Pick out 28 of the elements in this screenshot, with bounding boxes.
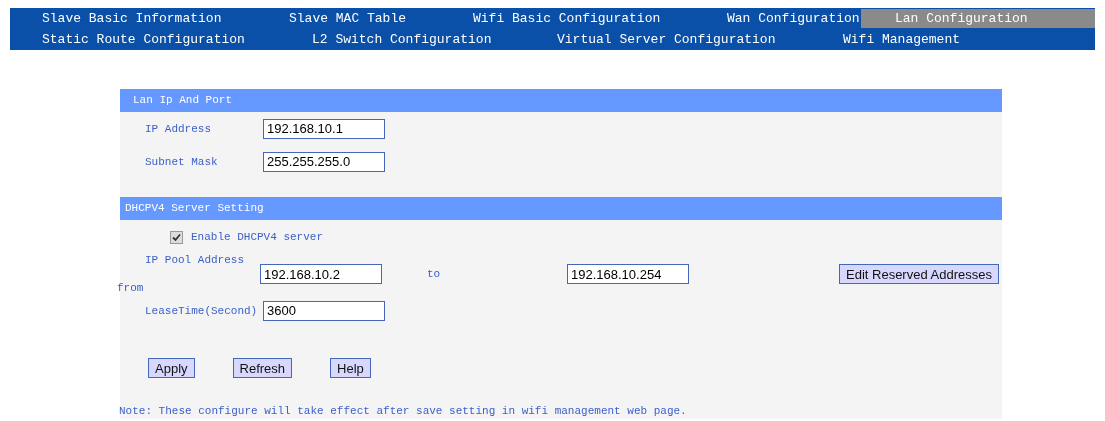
nav-tab[interactable]: Slave MAC Table (257, 9, 441, 28)
note-text: Note: These configure will take effect after save setting in wifi management web page. (119, 405, 688, 417)
nav-tab[interactable]: Wan Configuration (695, 9, 861, 28)
input-field[interactable]: 255.255.255.0 (263, 151, 385, 172)
input-field[interactable]: 192.168.10.2 (260, 264, 382, 284)
nav-tab[interactable]: Wifi Basic Configuration (441, 9, 695, 28)
field-label: IP Address (144, 122, 212, 135)
checkbox-label: Enable DHCPV4 server (191, 231, 324, 243)
nav-tab[interactable]: L2 Switch Configuration (280, 30, 525, 49)
field-label: LeaseTime(Second) (144, 304, 259, 317)
section-header: DHCPV4 Server Setting (120, 197, 1002, 220)
nav-tab[interactable]: Static Route Configuration (10, 30, 280, 49)
field-label: to (426, 268, 442, 280)
field-label: IP Pool Address (144, 254, 246, 266)
nav-tab[interactable]: Virtual Server Configuration (525, 30, 811, 49)
field-label: Subnet Mask (144, 155, 219, 168)
edit-reserved-button[interactable]: Edit Reserved Addresses (839, 264, 999, 284)
nav-tab[interactable]: Slave Basic Information (10, 9, 257, 28)
checkbox[interactable] (170, 230, 183, 244)
action-button[interactable]: Help (330, 358, 371, 378)
input-field[interactable]: 192.168.10.254 (567, 264, 689, 284)
action-button[interactable]: Apply (148, 358, 195, 378)
field-label: from (117, 282, 145, 294)
nav-tab[interactable]: Wifi Management (811, 30, 1095, 49)
action-button[interactable]: Refresh (232, 358, 293, 378)
input-field[interactable]: 192.168.10.1 (263, 118, 385, 139)
input-field[interactable]: 3600 (263, 300, 385, 321)
section-header: Lan Ip And Port (120, 89, 1002, 112)
